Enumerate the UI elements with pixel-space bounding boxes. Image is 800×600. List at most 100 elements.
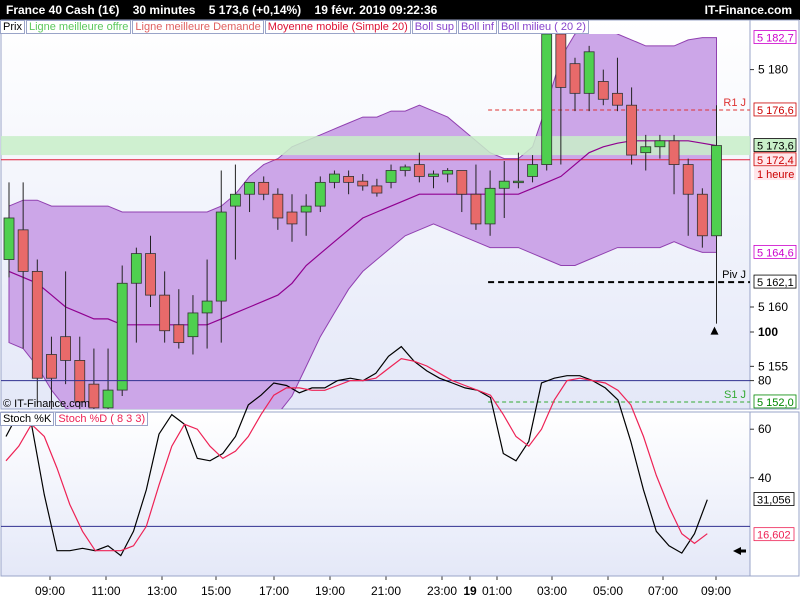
candle-body [17, 229, 29, 272]
x-tick-label: 13:00 [147, 584, 177, 598]
candle [541, 34, 553, 171]
stochastic-plot-area [0, 411, 751, 577]
legend-stoch-d[interactable]: Stoch %D ( 8 3 3) [55, 412, 149, 426]
price-label: 5 173,6 [757, 141, 794, 153]
candle-body [583, 51, 595, 94]
candle-body [569, 63, 581, 94]
candle-body [74, 360, 86, 403]
x-tick-label: 03:00 [537, 584, 567, 598]
candle-body [640, 146, 652, 154]
y-tick-label: 5 180 [758, 63, 788, 77]
legend-boll-sup[interactable]: Boll sup [411, 20, 457, 34]
candle-body [626, 104, 637, 156]
candle-body [428, 173, 439, 177]
x-tick-label: 23:00 [427, 584, 457, 598]
candle-body [145, 253, 156, 296]
price-label: 5 172,4 [757, 155, 794, 167]
x-tick-label: 01:00 [482, 584, 512, 598]
candle-body [3, 217, 15, 260]
price-label: 5 176,6 [757, 105, 794, 117]
candle-body [272, 193, 284, 219]
candle-body [696, 193, 708, 237]
candle-body [215, 211, 227, 302]
stoch-y-tick-label: 60 [758, 422, 772, 436]
legend-stoch-k[interactable]: Stoch %K [0, 412, 55, 426]
price-label: 5 162,1 [757, 277, 794, 289]
candle-body [31, 270, 43, 379]
candle-body [116, 282, 128, 391]
candle-body [484, 187, 496, 225]
candle-body [187, 312, 199, 338]
price-label: 5 152,0 [757, 397, 794, 409]
chart-canvas: R1 JPiv JS1 J5 1805 1555 1605 1505 182,7… [0, 19, 800, 598]
legend-boll-mid[interactable]: Boll milieu ( 20 2) [497, 20, 589, 34]
candle-body [498, 180, 510, 189]
price-axis [749, 19, 800, 410]
candle-body [456, 170, 468, 195]
candle-body [413, 164, 425, 177]
candle-body [130, 253, 142, 284]
candle-body [329, 173, 340, 183]
x-tick-label: 09:00 [35, 584, 65, 598]
candle-body [229, 193, 241, 207]
price-legend: Prix Ligne meilleure offre Ligne meilleure… [0, 20, 590, 34]
stoch-y-tick-label: 80 [758, 374, 772, 388]
candle-body [102, 389, 114, 409]
x-tick-label: 21:00 [371, 584, 401, 598]
candle-body [682, 164, 694, 195]
level-label: Piv J [722, 269, 746, 281]
stoch-y-tick-label: 100 [758, 325, 778, 339]
price-label: 1 heure [757, 169, 794, 181]
candle-body [173, 324, 185, 344]
legend-boll-inf[interactable]: Boll inf [457, 20, 497, 34]
legend-best-ask[interactable]: Ligne meilleure Demande [132, 20, 264, 34]
candle-body [357, 180, 369, 187]
x-tick-label: 05:00 [593, 584, 623, 598]
candle-body [60, 336, 71, 361]
x-tick-label: 19 [463, 584, 477, 598]
chart-window: France 40 Cash (1€) 30 minutes 5 173,6 (… [0, 0, 800, 600]
copyright: © IT-Finance.com [3, 398, 90, 410]
candle-body [527, 164, 538, 177]
candle-body [258, 181, 270, 195]
candle-body [244, 181, 255, 195]
candle-body [314, 181, 326, 207]
x-tick-label: 07:00 [648, 584, 678, 598]
candle-body [371, 185, 383, 194]
candle-body [513, 180, 524, 184]
stoch-value-label: 16,602 [757, 530, 791, 542]
price-label: 5 182,7 [757, 33, 794, 45]
candle-body [711, 145, 722, 237]
legend-prix[interactable]: Prix [0, 20, 25, 34]
candle-body [541, 34, 553, 165]
candle-body [343, 176, 355, 183]
candle-body [612, 92, 623, 106]
candle-body [668, 140, 680, 165]
x-tick-label: 11:00 [91, 584, 120, 598]
candle-body [201, 300, 213, 314]
candle-body [286, 211, 298, 225]
candle-body [442, 170, 454, 175]
x-tick-label: 09:00 [701, 584, 731, 598]
candle-body [88, 383, 100, 409]
legend-best-bid[interactable]: Ligne meilleure offre [25, 20, 132, 34]
level-label: R1 J [723, 97, 746, 109]
candle-body [159, 294, 171, 332]
best-bid-band [1, 136, 750, 156]
candle-body [597, 81, 609, 100]
candle-body [399, 166, 411, 171]
candle-body [46, 354, 57, 379]
y-tick-label: 5 160 [758, 300, 788, 314]
candle-body [470, 193, 482, 225]
legend-sma[interactable]: Moyenne mobile (Simple 20) [264, 20, 411, 34]
x-tick-label: 15:00 [201, 584, 231, 598]
stoch-y-tick-label: 40 [758, 471, 772, 485]
stoch-value-label: 31,056 [757, 495, 791, 507]
candle-body [300, 205, 312, 213]
candle [116, 265, 128, 397]
stochastic-legend: Stoch %K Stoch %D ( 8 3 3) [0, 412, 149, 426]
x-tick-label: 19:00 [315, 584, 345, 598]
candle-body [555, 34, 567, 88]
y-tick-label: 5 155 [758, 359, 788, 373]
price-label: 5 164,6 [757, 247, 794, 259]
